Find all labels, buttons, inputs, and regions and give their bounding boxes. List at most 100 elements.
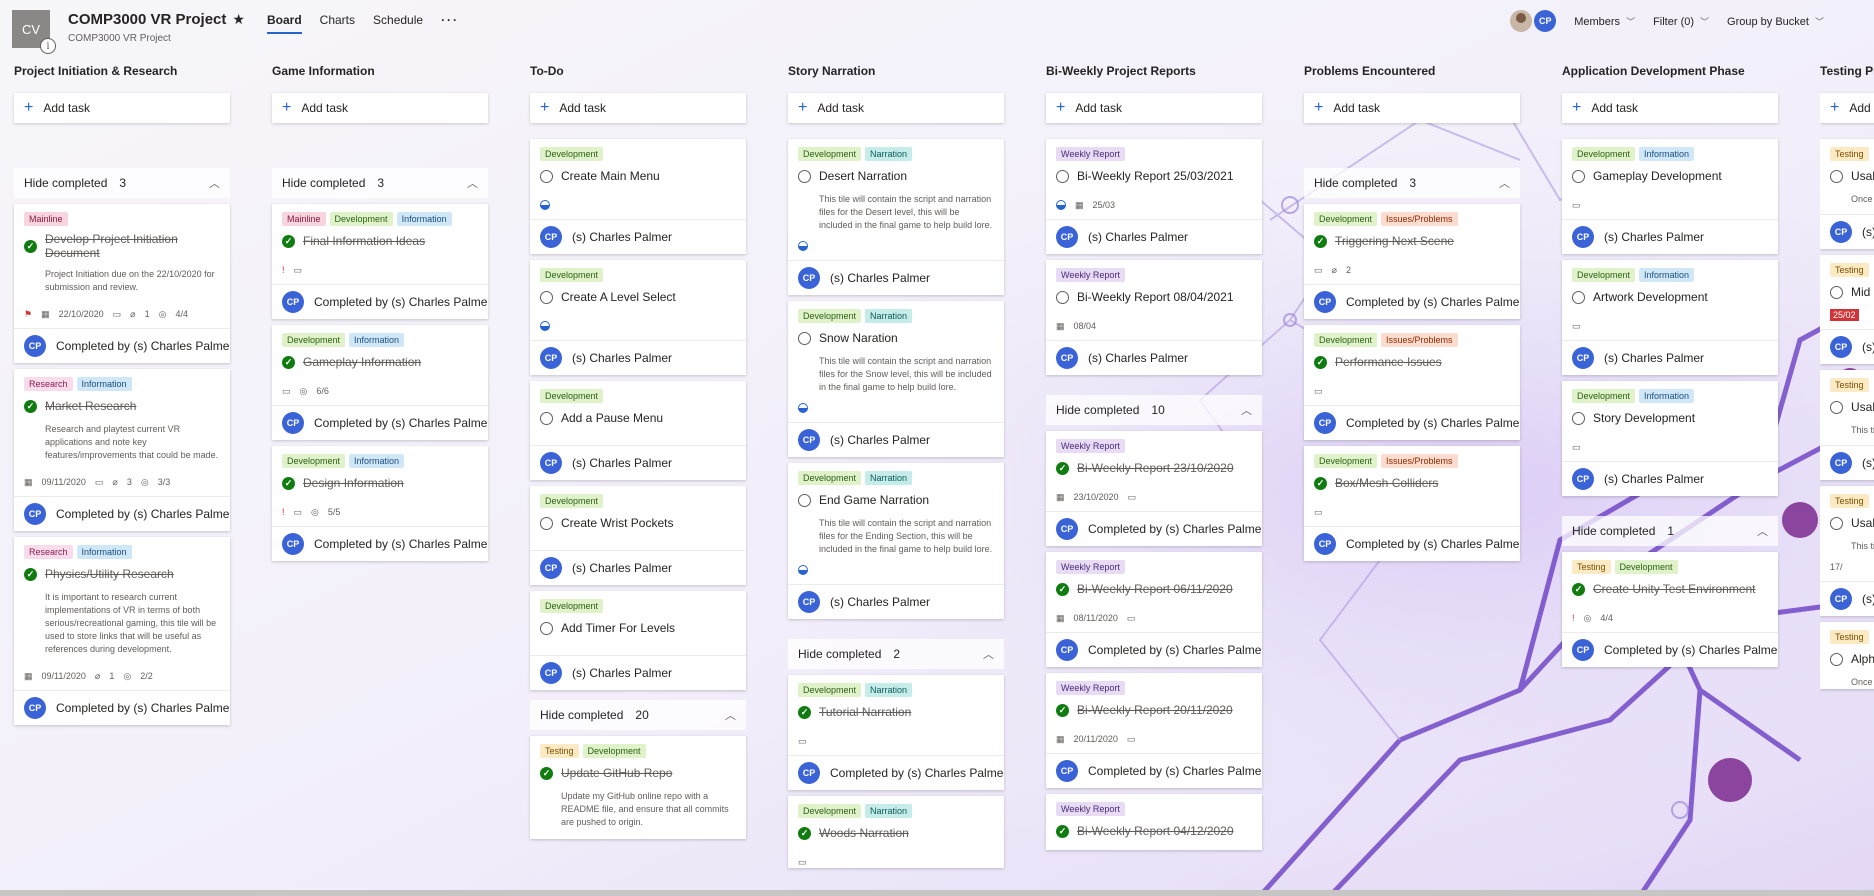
task-card[interactable]: Weekly Report ✓ Bi-Weekly Report 04/12/20… — [1046, 794, 1262, 850]
complete-task-checkbox[interactable] — [540, 621, 553, 635]
member-avatars[interactable]: CP — [1510, 10, 1557, 32]
complete-task-checkbox[interactable] — [1830, 652, 1843, 666]
filter-dropdown[interactable]: Filter (0) ﹀ — [1653, 15, 1709, 28]
task-card[interactable]: Weekly Report ✓ Bi-Weekly Report 06/11/20… — [1046, 552, 1262, 667]
hide-completed-toggle[interactable]: Hide completed 10 ︿ — [1046, 395, 1262, 425]
completed-check-icon[interactable]: ✓ — [540, 766, 553, 780]
complete-task-checkbox[interactable] — [1830, 169, 1843, 183]
hide-completed-toggle[interactable]: Hide completed 20 ︿ — [530, 700, 746, 730]
task-card[interactable]: Weekly Report ✓ Bi-Weekly Report 20/11/20… — [1046, 673, 1262, 788]
completed-check-icon[interactable]: ✓ — [798, 826, 811, 840]
task-card[interactable]: Weekly Report Bi-Weekly Report 08/04/202… — [1046, 260, 1262, 375]
add-task-button[interactable]: + Add task — [272, 93, 488, 123]
bucket-title[interactable]: Story Narration — [788, 64, 1004, 80]
star-icon[interactable]: ★ — [232, 11, 245, 27]
completed-check-icon[interactable]: ✓ — [1314, 234, 1327, 248]
task-card[interactable]: Development Information Gameplay Developm… — [1562, 139, 1778, 254]
task-card[interactable]: Weekly Report Bi-Weekly Report 25/03/202… — [1046, 139, 1262, 254]
task-card[interactable]: Development Narration ✓ Woods Narration ▭ — [788, 796, 1004, 868]
more-options-icon[interactable]: ··· — [441, 13, 459, 34]
complete-task-checkbox[interactable] — [540, 411, 553, 425]
complete-task-checkbox[interactable] — [798, 493, 811, 507]
plan-title[interactable]: COMP3000 VR Project ★ — [68, 11, 245, 28]
complete-task-checkbox[interactable] — [798, 331, 811, 345]
bucket-title[interactable]: To-Do — [530, 64, 746, 80]
task-card[interactable]: Development Create A Level Select CP (s) … — [530, 260, 746, 375]
tab-schedule[interactable]: Schedule — [373, 13, 423, 34]
group-by-dropdown[interactable]: Group by Bucket ﹀ — [1727, 15, 1824, 28]
bucket-title[interactable]: Application Development Phase — [1562, 64, 1778, 80]
add-task-button[interactable]: + Add task — [530, 93, 746, 123]
task-card[interactable]: Development Narration Desert Narration Th… — [788, 139, 1004, 295]
complete-task-checkbox[interactable] — [1056, 290, 1069, 304]
bucket-title[interactable]: Bi-Weekly Project Reports — [1046, 64, 1262, 80]
bucket-title[interactable]: Testing Pha — [1820, 64, 1874, 80]
completed-check-icon[interactable]: ✓ — [24, 567, 37, 581]
complete-task-checkbox[interactable] — [1830, 400, 1843, 414]
completed-check-icon[interactable]: ✓ — [282, 234, 295, 248]
task-card[interactable]: Development Information ✓ Gameplay Informa… — [272, 325, 488, 440]
bucket-title[interactable]: Problems Encountered — [1304, 64, 1520, 80]
bucket-title[interactable]: Project Initiation & Research — [14, 64, 230, 80]
horizontal-scrollbar[interactable] — [0, 890, 1874, 896]
completed-check-icon[interactable]: ✓ — [282, 476, 295, 490]
task-card[interactable]: Development Add a Pause Menu CP (s) Charl… — [530, 381, 746, 480]
task-card[interactable]: Development Add Timer For Levels CP (s) C… — [530, 591, 746, 690]
task-card[interactable]: Development Information Story Development… — [1562, 381, 1778, 496]
completed-check-icon[interactable]: ✓ — [1572, 582, 1585, 596]
add-task-button[interactable]: + Add — [1820, 93, 1874, 123]
hide-completed-toggle[interactable]: Hide completed 3 ︿ — [14, 168, 230, 198]
complete-task-checkbox[interactable] — [1572, 411, 1585, 425]
complete-task-checkbox[interactable] — [1830, 285, 1843, 299]
task-card[interactable]: Development Narration Snow Naration This … — [788, 301, 1004, 457]
tab-board[interactable]: Board — [267, 13, 302, 34]
completed-check-icon[interactable]: ✓ — [24, 399, 37, 413]
add-task-button[interactable]: + Add task — [1562, 93, 1778, 123]
completed-check-icon[interactable]: ✓ — [1056, 582, 1069, 596]
task-card[interactable]: Development Narration End Game Narration … — [788, 463, 1004, 619]
complete-task-checkbox[interactable] — [540, 169, 553, 183]
task-card[interactable]: Development Information Artwork Developme… — [1562, 260, 1778, 375]
completed-check-icon[interactable]: ✓ — [798, 705, 811, 719]
hide-completed-toggle[interactable]: Hide completed 2 ︿ — [788, 639, 1004, 669]
add-task-button[interactable]: + Add task — [788, 93, 1004, 123]
task-card[interactable]: Research Information ✓ Market Research Res… — [14, 369, 230, 531]
task-card[interactable]: Mainline Development Information ✓ Final In… — [272, 204, 488, 319]
complete-task-checkbox[interactable] — [540, 290, 553, 304]
task-card[interactable]: Testing Usab This ti the re out or 17/ C… — [1820, 486, 1874, 616]
info-icon[interactable]: i — [40, 38, 56, 54]
complete-task-checkbox[interactable] — [540, 516, 553, 530]
add-task-button[interactable]: + Add task — [1304, 93, 1520, 123]
complete-task-checkbox[interactable] — [1572, 169, 1585, 183]
members-dropdown[interactable]: Members ﹀ — [1574, 15, 1635, 28]
completed-check-icon[interactable]: ✓ — [1056, 461, 1069, 475]
completed-check-icon[interactable]: ✓ — [1056, 824, 1069, 838]
add-task-button[interactable]: + Add task — [1046, 93, 1262, 123]
add-task-button[interactable]: + Add task — [14, 93, 230, 123]
task-card[interactable]: Mainline ✓ Develop Project Initiation Doc… — [14, 204, 230, 363]
task-card[interactable]: Development Create Main Menu CP (s) Charl… — [530, 139, 746, 254]
task-card[interactable]: Testing Usab This ti the re out or CP (s) — [1820, 370, 1874, 480]
bucket-title[interactable]: Game Information — [272, 64, 488, 80]
completed-check-icon[interactable]: ✓ — [282, 355, 295, 369]
task-card[interactable]: Testing Development ✓ Update GitHub Repo U… — [530, 736, 746, 839]
task-card[interactable]: Development Information ✓ Design Informati… — [272, 446, 488, 561]
task-card[interactable]: Development Narration ✓ Tutorial Narration… — [788, 675, 1004, 790]
task-card[interactable]: Weekly Report ✓ Bi-Weekly Report 23/10/20… — [1046, 431, 1262, 546]
task-card[interactable]: Development Issues/Problems ✓ Performance … — [1304, 325, 1520, 440]
completed-check-icon[interactable]: ✓ — [1314, 476, 1327, 490]
complete-task-checkbox[interactable] — [1572, 290, 1585, 304]
task-card[interactable]: Testing Alpha Once hostin links f tile. — [1820, 622, 1874, 689]
completed-check-icon[interactable]: ✓ — [1314, 355, 1327, 369]
task-card[interactable]: Testing Development ✓ Create Unity Test En… — [1562, 552, 1778, 667]
task-card[interactable]: Research Information ✓ Physics/Utility Res… — [14, 537, 230, 725]
task-card[interactable]: Development Issues/Problems ✓ Box/Mesh Col… — [1304, 446, 1520, 561]
complete-task-checkbox[interactable] — [798, 169, 811, 183]
hide-completed-toggle[interactable]: Hide completed 3 ︿ — [1304, 168, 1520, 198]
tab-charts[interactable]: Charts — [320, 13, 355, 34]
plan-avatar[interactable]: CV i — [12, 10, 56, 54]
hide-completed-toggle[interactable]: Hide completed 1 ︿ — [1562, 516, 1778, 546]
task-card[interactable]: Development Issues/Problems ✓ Triggering N… — [1304, 204, 1520, 319]
hide-completed-toggle[interactable]: Hide completed 3 ︿ — [272, 168, 488, 198]
completed-check-icon[interactable]: ✓ — [1056, 703, 1069, 717]
